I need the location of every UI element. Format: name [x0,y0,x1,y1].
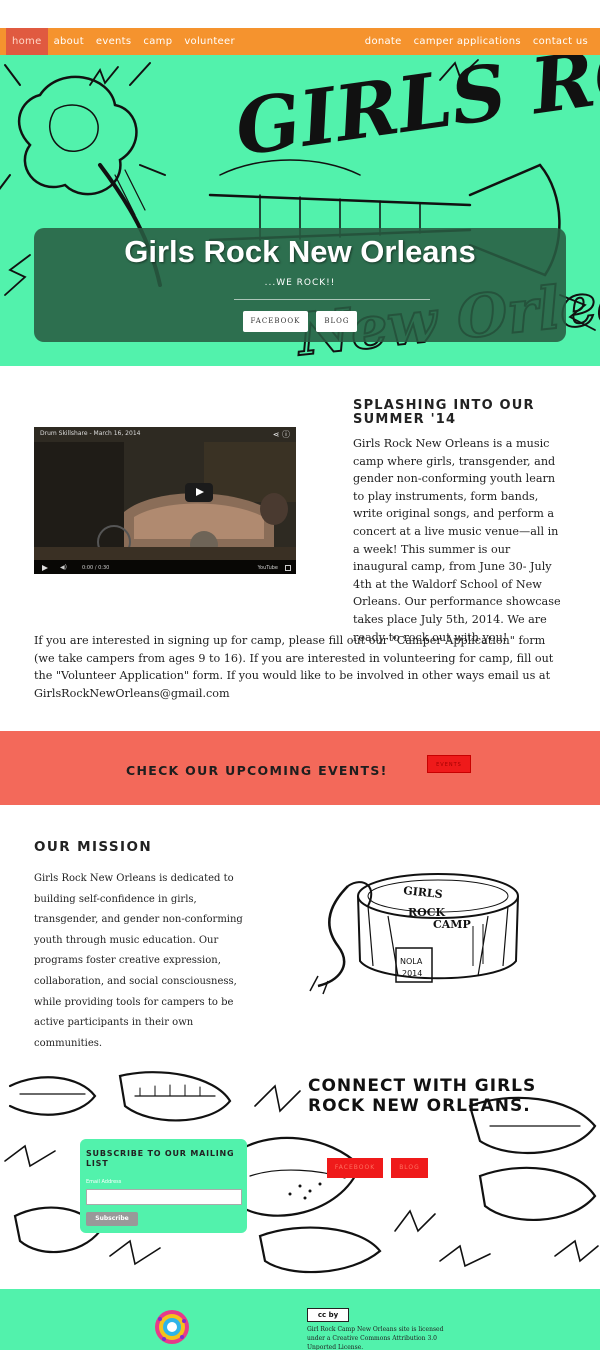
hero-title: Girls Rock New Orleans [124,234,476,269]
connect-blog-button[interactable]: BLOG [391,1158,428,1178]
hero-overlay: Girls Rock New Orleans ...WE ROCK!! FACE… [34,228,566,342]
top-strip [0,0,600,28]
email-label: Email Address [86,1179,122,1185]
events-heading: CHECK OUR UPCOMING EVENTS! [126,763,388,778]
drum-label-year: 2014 [402,969,422,978]
control-play-icon[interactable] [42,565,48,571]
main-nav: home about events camp volunteer donate … [0,28,600,55]
volume-icon[interactable]: ◀) [60,564,67,571]
mailing-list-form: Subscribe to our mailing list Email Addr… [80,1139,247,1233]
subscribe-button[interactable]: Subscribe [86,1212,138,1226]
nav-item-home[interactable]: home [6,28,48,55]
drum-text-girls: GIRLS [403,884,444,901]
video-title: Drum Skillshare - March 16, 2014 [40,430,141,437]
email-field[interactable] [86,1189,242,1205]
drum-text-camp: CAMP [433,918,471,931]
play-icon[interactable] [185,483,213,502]
nav-item-events[interactable]: events [90,28,138,55]
creative-commons-badge[interactable]: cc by [307,1308,349,1322]
hero-banner: GIRLS ROCK New Orleans Girls Rock New Or… [0,55,600,366]
license-text: Girl Rock Camp New Orleans site is licen… [307,1326,444,1350]
hero-blog-button[interactable]: BLOG [316,311,358,332]
mission-paragraph: Girls Rock New Orleans is dedicated to b… [34,873,243,1049]
hero-buttons: FACEBOOK BLOG [34,311,566,332]
connect-section: Connect with Girls Rock New Orleans. FAC… [0,1066,600,1282]
hero-facebook-button[interactable]: FACEBOOK [242,311,309,332]
video-time: 0:00 / 0:30 [82,565,110,571]
mission-heading: OUR MISSION [34,839,153,855]
nav-right: donate camper applications contact us [359,28,594,55]
nav-item-camper-applications[interactable]: camper applications [408,28,527,55]
events-button[interactable]: EVENTS [427,755,471,773]
fullscreen-icon[interactable] [285,565,291,571]
footer: cc by Girl Rock Camp New Orleans site is… [0,1289,600,1350]
signup-heading: Subscribe to our mailing list [86,1149,235,1168]
hero-tagline: ...WE ROCK!! [264,278,336,288]
share-icon[interactable]: ⋖ ⓘ [273,429,290,440]
connect-facebook-button[interactable]: FACEBOOK [327,1158,383,1178]
intro-paragraph: Girls Rock New Orleans is a music camp w… [353,437,561,644]
nav-item-contact-us[interactable]: contact us [527,28,594,55]
hero-art-lettering-top: GIRLS ROCK [230,55,600,173]
youtube-logo[interactable]: YouTube [258,565,278,571]
video-player[interactable]: Drum Skillshare - March 16, 2014 ⋖ ⓘ ◀) … [34,427,296,574]
intro-paragraph-2: If you are interested in signing up for … [34,634,554,700]
nav-item-camp[interactable]: camp [137,28,178,55]
connect-heading: Connect with Girls Rock New Orleans. [308,1076,537,1116]
nav-left: home about events camp volunteer [6,28,241,55]
drum-illustration: GIRLS ROCK CAMP NOLA 2014 [309,873,519,995]
intro-heading: Splashing Into Our Summer '14 [353,398,535,427]
nav-item-donate[interactable]: donate [359,28,408,55]
video-thumbnail [34,427,296,574]
drum-label-nola: NOLA [400,957,423,966]
nav-item-volunteer[interactable]: volunteer [178,28,241,55]
nav-item-about[interactable]: about [48,28,90,55]
girls-rock-badge-icon[interactable] [154,1309,190,1345]
events-band: CHECK OUR UPCOMING EVENTS! EVENTS [0,731,600,805]
hero-divider [234,299,430,300]
